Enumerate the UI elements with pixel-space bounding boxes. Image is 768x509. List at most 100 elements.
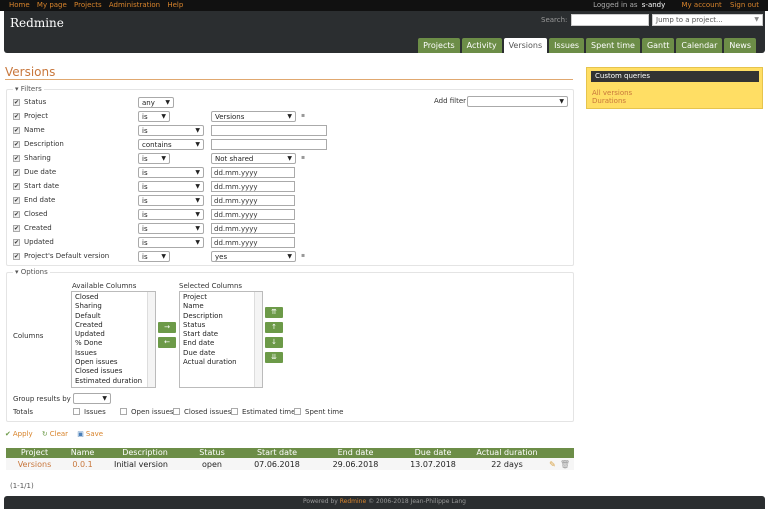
filter-operator-select[interactable]: is ▼	[138, 251, 170, 262]
filter-checkbox[interactable]: ✔	[13, 113, 20, 120]
tab-issues[interactable]: Issues	[549, 38, 585, 53]
selected-column-option[interactable]: Project	[183, 293, 259, 302]
toggle-multiselect-icon[interactable]: ▪	[301, 112, 305, 119]
filter-operator-select[interactable]: is ▼	[138, 223, 204, 234]
selected-column-option[interactable]: Description	[183, 312, 259, 321]
filter-checkbox[interactable]: ✔	[13, 127, 20, 134]
move-up-button[interactable]: ↑	[265, 322, 283, 333]
search-input[interactable]	[571, 14, 649, 26]
totals-checkbox[interactable]: Closed issues	[173, 408, 231, 416]
sign-out-link[interactable]: Sign out	[730, 1, 759, 9]
checkbox-box[interactable]	[231, 408, 238, 415]
filter-date-input[interactable]: dd.mm.yyyy	[211, 237, 295, 248]
filter-operator-select[interactable]: any ▼	[138, 97, 174, 108]
tab-projects[interactable]: Projects	[418, 38, 460, 53]
remove-column-button[interactable]: ←	[158, 337, 176, 348]
project-jump-select[interactable]: Jump to a project... ▼	[652, 14, 763, 26]
save-button[interactable]: ▣ Save	[77, 430, 103, 438]
filter-checkbox[interactable]: ✔	[13, 169, 20, 176]
filter-value-select[interactable]: Not shared ▼	[211, 153, 296, 164]
totals-checkbox[interactable]: Spent time	[294, 408, 343, 416]
column-header-status[interactable]: Status	[188, 448, 236, 458]
tab-gantt[interactable]: Gantt	[641, 38, 675, 53]
sidebar-link-durations[interactable]: Durations	[592, 97, 626, 105]
filter-checkbox[interactable]: ✔	[13, 141, 20, 148]
tab-calendar[interactable]: Calendar	[676, 38, 723, 53]
top-link-help[interactable]: Help	[167, 1, 183, 9]
filter-text-input[interactable]	[211, 139, 327, 150]
tab-activity[interactable]: Activity	[461, 38, 502, 53]
filter-checkbox[interactable]: ✔	[13, 155, 20, 162]
edit-icon[interactable]: ✎	[549, 460, 556, 469]
selected-column-option[interactable]: Start date	[183, 330, 259, 339]
filter-date-input[interactable]: dd.mm.yyyy	[211, 195, 295, 206]
filter-checkbox[interactable]: ✔	[13, 197, 20, 204]
checkbox-box[interactable]	[120, 408, 127, 415]
checkbox-box[interactable]	[73, 408, 80, 415]
filter-operator-select[interactable]: is ▼	[138, 111, 170, 122]
filter-date-input[interactable]: dd.mm.yyyy	[211, 167, 295, 178]
available-column-option[interactable]: Closed issues	[75, 367, 152, 376]
filter-checkbox[interactable]: ✔	[13, 225, 20, 232]
filter-checkbox[interactable]: ✔	[13, 99, 20, 106]
checkbox-box[interactable]	[173, 408, 180, 415]
totals-checkbox[interactable]: Issues	[73, 408, 106, 416]
filter-checkbox[interactable]: ✔	[13, 253, 20, 260]
filter-value-select[interactable]: Versions ▼	[211, 111, 296, 122]
add-column-button[interactable]: →	[158, 322, 176, 333]
available-column-option[interactable]: Closed	[75, 293, 152, 302]
scrollbar[interactable]	[254, 292, 262, 387]
filters-legend[interactable]: ▾ Filters	[13, 85, 44, 93]
options-legend[interactable]: ▾ Options	[13, 268, 50, 276]
filter-checkbox[interactable]: ✔	[13, 211, 20, 218]
column-header-name[interactable]: Name	[63, 448, 102, 458]
filter-checkbox[interactable]: ✔	[13, 183, 20, 190]
move-top-button[interactable]: ⇈	[265, 307, 283, 318]
filter-operator-select[interactable]: contains ▼	[138, 139, 204, 150]
apply-button[interactable]: ✔ Apply	[5, 430, 33, 438]
filter-operator-select[interactable]: is ▼	[138, 181, 204, 192]
selected-column-option[interactable]: Due date	[183, 349, 259, 358]
column-header-actual-duration[interactable]: Actual duration	[473, 448, 541, 458]
filter-date-input[interactable]: dd.mm.yyyy	[211, 223, 295, 234]
filter-operator-select[interactable]: is ▼	[138, 153, 170, 164]
top-link-projects[interactable]: Projects	[74, 1, 102, 9]
top-link-administration[interactable]: Administration	[109, 1, 160, 9]
column-header-end-date[interactable]: End date	[318, 448, 393, 458]
column-header-project[interactable]: Project	[6, 448, 63, 458]
version-link[interactable]: 0.0.1	[72, 460, 92, 469]
checkbox-box[interactable]	[294, 408, 301, 415]
tab-spent-time[interactable]: Spent time	[586, 38, 640, 53]
selected-columns-list[interactable]: Project Name Description Status Start date En…	[179, 291, 263, 388]
filter-text-input[interactable]	[211, 125, 327, 136]
filter-date-input[interactable]: dd.mm.yyyy	[211, 181, 295, 192]
selected-column-option[interactable]: Name	[183, 302, 259, 311]
app-title[interactable]: Redmine	[10, 16, 64, 30]
clear-button[interactable]: ↻ Clear	[42, 430, 68, 438]
selected-column-option[interactable]: Status	[183, 321, 259, 330]
footer-brand-link[interactable]: Redmine	[340, 498, 366, 505]
available-columns-list[interactable]: Closed Sharing Default Created Updated% Done…	[71, 291, 156, 388]
tab-news[interactable]: News	[724, 38, 756, 53]
tab-versions[interactable]: Versions	[503, 38, 548, 53]
selected-column-option[interactable]: End date	[183, 339, 259, 348]
project-link[interactable]: Versions	[18, 460, 52, 469]
move-bottom-button[interactable]: ⇊	[265, 352, 283, 363]
top-link-home[interactable]: Home	[9, 1, 30, 9]
available-column-option[interactable]: Sharing	[75, 302, 152, 311]
move-down-button[interactable]: ↓	[265, 337, 283, 348]
available-column-option[interactable]: Open issues	[75, 358, 152, 367]
filter-operator-select[interactable]: is ▼	[138, 167, 204, 178]
column-header-description[interactable]: Description	[102, 448, 188, 458]
totals-checkbox[interactable]: Estimated time	[231, 408, 295, 416]
available-column-option[interactable]: Issues	[75, 349, 152, 358]
column-header-start-date[interactable]: Start date	[236, 448, 318, 458]
selected-column-option[interactable]: Actual duration	[183, 358, 259, 367]
username[interactable]: s-andy	[642, 1, 666, 9]
filter-value-select[interactable]: yes ▼	[211, 251, 296, 262]
available-column-option[interactable]: % Done	[75, 339, 152, 348]
filter-operator-select[interactable]: is ▼	[138, 209, 204, 220]
filter-operator-select[interactable]: is ▼	[138, 237, 204, 248]
column-header-due-date[interactable]: Due date	[393, 448, 473, 458]
top-link-my-page[interactable]: My page	[37, 1, 67, 9]
